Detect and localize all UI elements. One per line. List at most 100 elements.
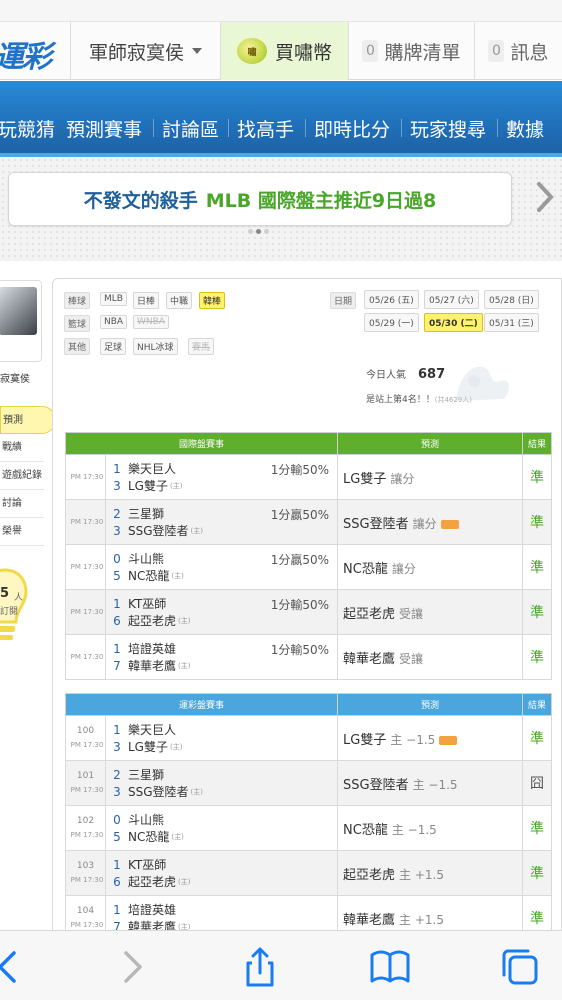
carousel-dot[interactable]	[248, 229, 253, 234]
profile-card	[0, 280, 42, 362]
cart-button[interactable]: 0 購牌清單	[348, 22, 474, 80]
intl-odds-table: 國際盤賽事 預測 結果 PM 17:30 1 樂天巨人 3 LG雙子 (主) 1分輸50% L…	[64, 432, 553, 680]
tabs-icon[interactable]	[498, 945, 542, 989]
avatar[interactable]	[0, 287, 37, 335]
home-team-name[interactable]: LG雙子	[128, 738, 168, 755]
home-team-name[interactable]: SSG登陸者	[128, 522, 189, 539]
sidebar-tab-predictions[interactable]: 預測	[0, 406, 56, 434]
sidebar-tab-record[interactable]: 戰績	[0, 434, 44, 462]
filter-chip-nba[interactable]: NBA	[100, 315, 128, 329]
carousel-dot-active[interactable]	[256, 229, 261, 234]
nav-item-experts[interactable]: 找高手	[237, 115, 294, 142]
handicap-result: 1分贏50%	[270, 553, 330, 567]
table-row[interactable]: PM 17:30 1 培證英雄 7 韓華老鷹 (主) 1分輸50% 韓華老鷹 受讓準	[65, 634, 553, 680]
away-team-name[interactable]: 三星獅	[128, 766, 164, 783]
home-team-name[interactable]: 韓華老鷹	[128, 657, 176, 674]
subscriber-unit: 人	[14, 593, 24, 603]
date-chip[interactable]: 05/26 (五)	[364, 290, 419, 309]
sidebar-tab-honors[interactable]: 榮譽	[0, 518, 44, 546]
prediction-cell: 起亞老虎主 +1.5	[337, 850, 524, 896]
away-team-name[interactable]: 培證英雄	[128, 901, 176, 918]
buy-coin-label: 買嘯幣	[274, 41, 332, 64]
filter-chip-nhl[interactable]: NHL冰球	[133, 338, 178, 355]
date-chip[interactable]: 05/27 (六)	[424, 290, 479, 309]
date-chip[interactable]: 05/31 (三)	[484, 313, 539, 332]
sidebar-tab-game-log[interactable]: 遊戲紀錄	[0, 462, 44, 490]
column-header: 結果	[522, 432, 553, 455]
nav-item-forum[interactable]: 討論區	[162, 115, 219, 142]
matchup-cell: 1 樂天巨人 3 LG雙子 (主)	[104, 715, 339, 761]
home-team-name[interactable]: LG雙子	[128, 477, 168, 494]
matchup-cell: 1 KT巫師 6 起亞老虎 (主) 1分輸50%	[104, 589, 339, 635]
nav-item-data[interactable]: 數據	[506, 115, 544, 142]
home-team-row: 6 起亞老虎 (主)	[106, 873, 337, 890]
table-row[interactable]: 100 PM 17:30 1 樂天巨人 3 LG雙子 (主) LG雙子主 −1.5 準	[65, 715, 553, 761]
popularity-label: 今日人氣	[366, 370, 406, 381]
away-team-name[interactable]: 樂天巨人	[128, 721, 176, 738]
matchup-cell: 0 斗山熊 5 NC恐龍 (主) 1分贏50%	[104, 544, 339, 590]
chevron-right-icon[interactable]	[530, 180, 560, 218]
filter-chip-kbo[interactable]: 韓棒	[199, 292, 226, 309]
table-row[interactable]: PM 17:30 1 KT巫師 6 起亞老虎 (主) 1分輸50% 起亞老虎 受讓準	[65, 589, 553, 635]
filter-chip-npb[interactable]: 日棒	[133, 292, 160, 309]
home-team-name[interactable]: 起亞老虎	[128, 612, 176, 629]
column-header: 國際盤賽事	[64, 432, 339, 455]
away-score: 1	[113, 857, 121, 872]
nav-item-game[interactable]: 玩競猜	[0, 115, 55, 142]
away-team-name[interactable]: 培證英雄	[128, 640, 176, 657]
buy-coin-button[interactable]: 嘯 買嘯幣	[220, 22, 348, 80]
cart-label: 購牌清單	[384, 41, 461, 64]
date-chip-selected[interactable]: 05/30 (二)	[424, 313, 483, 332]
nav-item-player-search[interactable]: 玩家搜尋	[410, 115, 486, 142]
share-icon[interactable]	[238, 945, 282, 989]
result-cell: 準	[522, 499, 553, 545]
game-time-cell: PM 17:30	[65, 499, 106, 545]
home-score: 7	[113, 658, 121, 673]
result-cell: 準	[522, 454, 553, 500]
table-row[interactable]: PM 17:30 1 樂天巨人 3 LG雙子 (主) 1分輸50% LG雙子 讓分準	[65, 454, 553, 500]
home-team-row: 5 NC恐龍 (主)	[106, 567, 337, 584]
table-row[interactable]: 103 PM 17:30 1 KT巫師 6 起亞老虎 (主) 起亞老虎主 +1.5 準	[65, 850, 553, 896]
away-team-name[interactable]: KT巫師	[128, 856, 166, 873]
game-time-cell: PM 17:30	[65, 634, 106, 680]
home-team-row: 3 LG雙子 (主)	[106, 477, 337, 494]
sports-lottery-table: 運彩盤賽事 預測 結果 100 PM 17:30 1 樂天巨人 3 LG雙子 (主) LG雙子…	[64, 693, 553, 941]
nav-item-live-scores[interactable]: 即時比分	[314, 115, 390, 142]
away-team-name[interactable]: 斗山熊	[128, 811, 164, 828]
home-team-name[interactable]: NC恐龍	[128, 828, 169, 845]
forward-icon[interactable]	[110, 945, 154, 989]
away-team-name[interactable]: 斗山熊	[128, 550, 164, 567]
table-row[interactable]: 102 PM 17:30 0 斗山熊 5 NC恐龍 (主) NC恐龍主 −1.5 準	[65, 805, 553, 851]
filter-chip-mlb[interactable]: MLB	[100, 292, 127, 306]
away-team-name[interactable]: 樂天巨人	[128, 460, 176, 477]
matchup-cell: 0 斗山熊 5 NC恐龍 (主)	[104, 805, 339, 851]
featured-tag-icon	[439, 735, 458, 745]
away-score: 1	[113, 596, 121, 611]
away-team-name[interactable]: KT巫師	[128, 595, 166, 612]
filter-chip-soccer[interactable]: 足球	[100, 338, 127, 355]
home-team-name[interactable]: 起亞老虎	[128, 873, 176, 890]
home-score: 3	[113, 478, 121, 493]
headline-ticker[interactable]: 不發文的殺手 MLB 國際盤主推近9日過8	[8, 172, 512, 226]
home-team-name[interactable]: NC恐龍	[128, 567, 169, 584]
result-cell: 準	[522, 589, 553, 635]
user-menu-button[interactable]: 軍師寂寞侯	[70, 22, 220, 80]
away-score: 2	[113, 767, 121, 782]
table-row[interactable]: PM 17:30 2 三星獅 3 SSG登陸者 (主) 1分贏50% SSG登陸者 讓分準	[65, 499, 553, 545]
filter-chip-cpbl[interactable]: 中職	[166, 292, 193, 309]
away-team-name[interactable]: 三星獅	[128, 505, 164, 522]
back-icon[interactable]	[0, 945, 30, 989]
table-row[interactable]: 101 PM 17:30 2 三星獅 3 SSG登陸者 (主) SSG登陸者主 −1.5 囧	[65, 760, 553, 806]
nav-item-predictions[interactable]: 預測賽事	[66, 115, 142, 142]
messages-button[interactable]: 0 訊息	[474, 22, 562, 80]
date-chip[interactable]: 05/29 (一)	[364, 313, 419, 332]
game-number: 101	[76, 771, 95, 781]
home-team-name[interactable]: SSG登陸者	[128, 783, 189, 800]
site-logo[interactable]: 運彩	[0, 32, 54, 75]
date-chip[interactable]: 05/28 (日)	[484, 290, 539, 309]
bookmarks-icon[interactable]	[368, 945, 412, 989]
away-score: 1	[113, 641, 121, 656]
carousel-dot[interactable]	[264, 229, 269, 234]
sidebar-tab-discussion[interactable]: 討論	[0, 490, 44, 518]
table-row[interactable]: PM 17:30 0 斗山熊 5 NC恐龍 (主) 1分贏50% NC恐龍 讓分準	[65, 544, 553, 590]
